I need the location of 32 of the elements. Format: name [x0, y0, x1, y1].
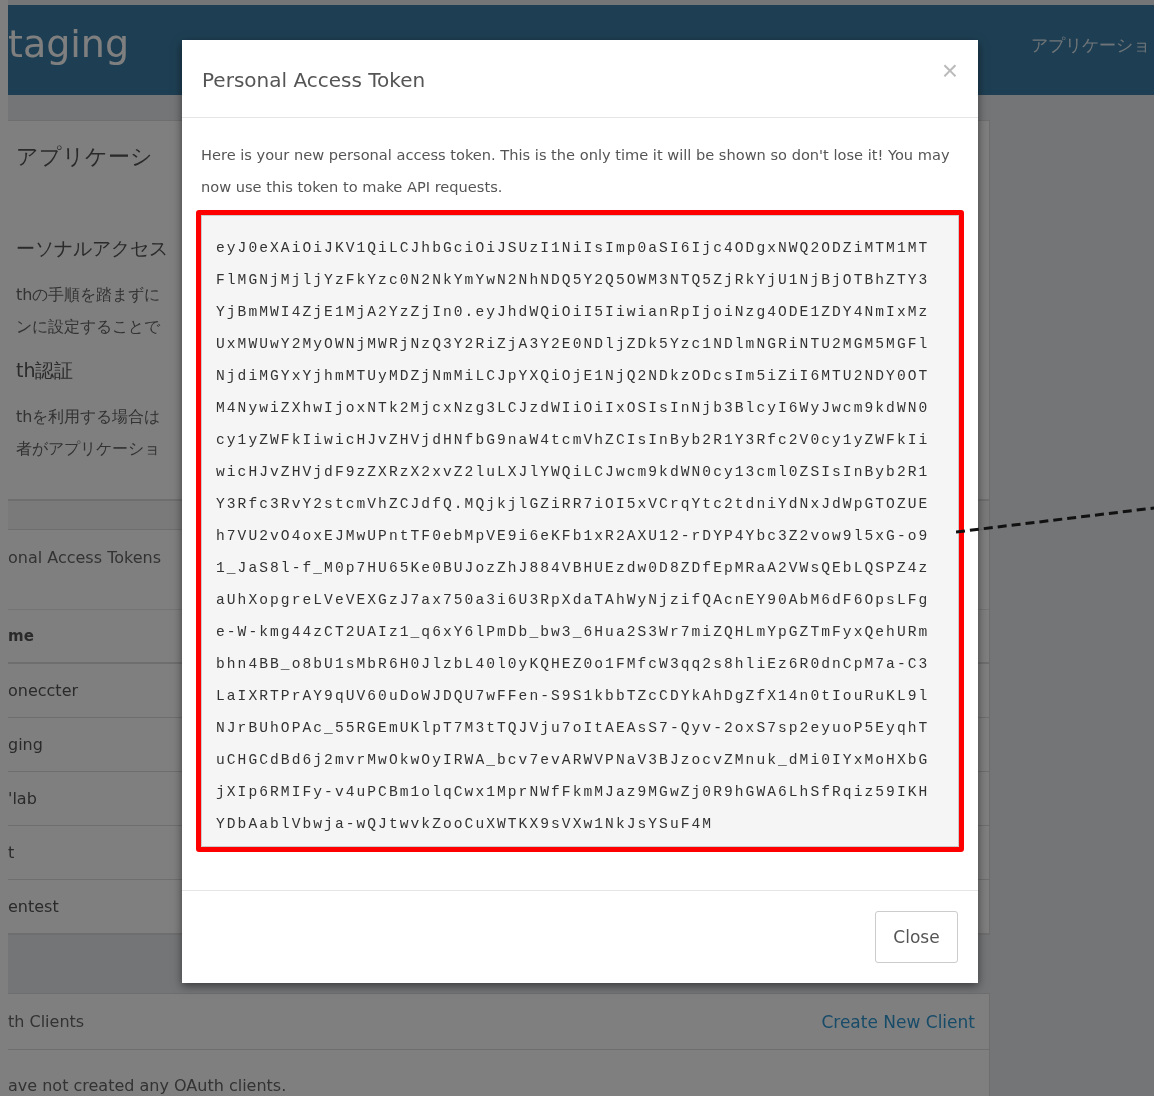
- close-button[interactable]: Close: [875, 911, 958, 963]
- token-text: wicHJvZHVjdF9zZXRzX2xvZ2luLXJlYWQiLCJwcm9kdWN0cy13cml0ZSIsInByb2R1: [216, 463, 931, 482]
- token-text: e-W-kmg44zCT2UAIz1_q6xY6lPmDb_bw3_6Hua2S3Wr7miZQHLmYpGZTmFyxQehURm: [216, 623, 931, 642]
- modal-title: Personal Access Token: [202, 67, 426, 92]
- section-text: thの手順を踏まずに: [16, 284, 161, 306]
- create-client-link[interactable]: Create New Client: [821, 1011, 975, 1032]
- token-text: YjBmMWI4ZjE1MjA2YzZjIn0.eyJhdWQiOiI5IiwianRpIjoiNzg4ODE1ZDY4NmIxMz: [216, 303, 931, 322]
- token-text: M4NywiZXhwIjoxNTk2MjcxNzg3LCJzdWIiOiIxOSIsInNjb3BlcyI6WyJwcm9kdWN0: [216, 399, 931, 418]
- page-heading: アプリケーシ: [16, 143, 153, 171]
- section-text: 者がアプリケーショ: [16, 438, 160, 460]
- section-text: ンに設定することで: [16, 316, 160, 338]
- token-text: cy1yZWFkIiwicHJvZHVjdHNfbG9naW4tcmVhZCIsInByb2R1Y3Rfc2V0cy1yZWFkIi: [216, 431, 931, 450]
- section-title: ーソナルアクセス: [16, 236, 168, 261]
- nav-link[interactable]: アプリケーショ: [1031, 33, 1154, 57]
- token-text: UxMWUwY2MyOWNjMWRjNzQ3Y2RiZjA3Y2E0NDljZDk5Yzc1NDlmNGRiNTU2MGM5MGFl: [216, 335, 931, 354]
- token-text: Y3Rfc3RvY2stcmVhZCJdfQ.MQjkjlGZiRR7iOI5xVCrqYtc2tdniYdNxJdWpGTOZUE: [216, 495, 931, 514]
- token-text: LaIXRTPrAY9qUV60uDoWJDQU7wFFen-S9S1kbbTZcCDYkAhDgZfX14n0tIouRuKL9l: [216, 687, 931, 706]
- modal-message: Here is your new personal access token. This is the only time it will be shown so don't lose it! You may now use this token to make API requests.: [201, 145, 951, 197]
- token-text: aUhXopgreLVeVEXGzJ7ax750a3i6U3RpXdaTAhWyNjzifQAcnEY90AbM6dF6OpsLFg: [216, 591, 931, 610]
- token-text: NjdiMGYxYjhmMTUyMDZjNmMiLCJpYXQiOjE1NjQ2NDkzODcsIm5iZiI6MTU2NDY0OT: [216, 367, 931, 386]
- token-text: FlMGNjMjljYzFkYzc0N2NkYmYwN2NhNDQ5Y2Q5OWM3NTQ5ZjRkYjU1NjBjOTBhZTY3: [216, 271, 931, 290]
- section-text: thを利用する場合は: [16, 406, 161, 428]
- empty-message: ave not created any OAuth clients.: [8, 1075, 288, 1096]
- token-text: eyJ0eXAiOiJKV1QiLCJhbGciOiJSUzI1NiIsImp0aSI6Ijc4ODgxNWQ2ODZiMTM1MT: [216, 239, 931, 258]
- token-text: jXIp6RMIFy-v4uPCBm1olqCwx1MprNWfFkmMJaz9MGwZj0R9hGWA6LhSfRqiz59IKH: [216, 783, 931, 802]
- token-text: h7VU2vO4oxEJMwUPntTF0ebMpVE9i6eKFb1xR2AXU12-rDYP4Ybc3Z2vow9l5xG-o9: [216, 527, 931, 546]
- token-text: uCHGCdBd6j2mvrMwOkwOyIRWA_bcv7evARWVPNaV3BJzocvZMnuk_dMi0IYxMoHXbG: [216, 751, 931, 770]
- panel-title: th Clients: [8, 1011, 85, 1033]
- token-text: NJrBUhOPAc_55RGEmUKlpT7M3tTQJVju7oItAEAsS7-Qyv-2oxS7sp2eyuoP5EyqhT: [216, 719, 931, 738]
- section-title: th認証: [16, 358, 74, 383]
- brand-title: taging: [8, 22, 130, 66]
- token-text: 1_JaS8l-f_M0p7HU65Ke0BUJozZhJ884VBHUEzdw0D8ZDfEpMRaA2VWsQEbLQSPZ4z: [216, 559, 931, 578]
